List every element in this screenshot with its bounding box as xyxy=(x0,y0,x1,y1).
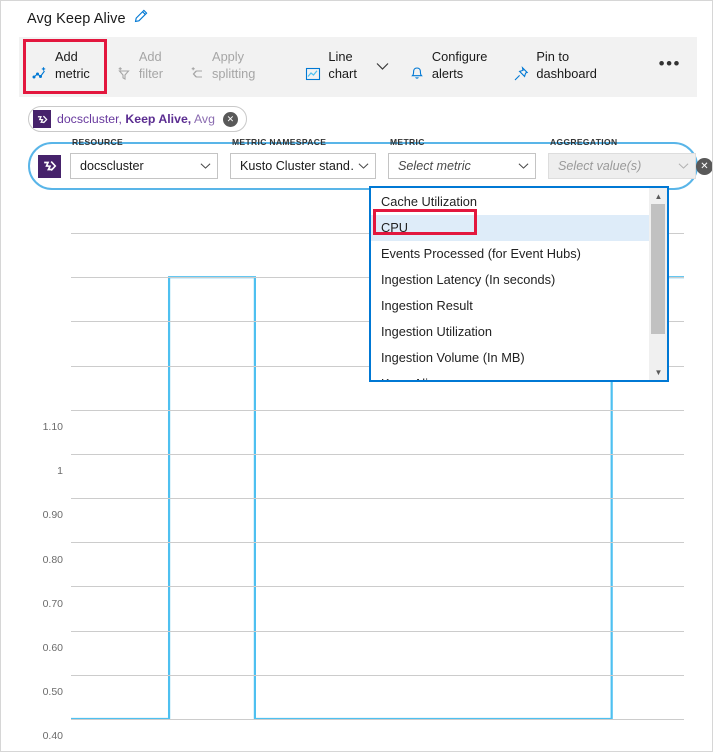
resource-field: RESOURCE docscluster xyxy=(70,137,218,179)
add-filter-button[interactable]: Add filter xyxy=(103,37,176,97)
aggregation-field-label: AGGREGATION xyxy=(550,137,618,147)
y-axis-tick-label: 0.50 xyxy=(42,686,63,699)
chart-toolbar: Add metric Add filter Apply splitting Li… xyxy=(19,37,697,97)
metric-dropdown-item[interactable]: Ingestion Utilization xyxy=(371,319,649,345)
selector-resource-icon xyxy=(38,154,61,178)
chevron-down-icon xyxy=(358,159,369,173)
metric-dropdown-item[interactable]: Ingestion Latency (In seconds) xyxy=(371,267,649,293)
add-filter-icon xyxy=(116,49,132,86)
chip-resource-icon xyxy=(33,110,51,128)
scroll-down-icon[interactable]: ▼ xyxy=(650,364,667,380)
scrollbar-thumb[interactable] xyxy=(651,204,665,334)
metric-namespace-field-label: METRIC NAMESPACE xyxy=(232,137,327,147)
y-axis-tick-label: 0.80 xyxy=(42,553,63,566)
add-metric-label: Add metric xyxy=(55,49,90,81)
scroll-up-icon[interactable]: ▲ xyxy=(650,188,667,204)
page-title-row: Avg Keep Alive xyxy=(27,9,148,29)
pin-to-dashboard-button[interactable]: Pin to dashboard xyxy=(500,37,609,97)
aggregation-select[interactable]: Select value(s) xyxy=(548,153,696,179)
metric-namespace-select[interactable]: Kusto Cluster stand… xyxy=(230,153,376,179)
chevron-down-icon xyxy=(200,159,211,173)
metric-dropdown-item[interactable]: Keep Alive xyxy=(371,371,649,380)
metric-chip[interactable]: docscluster, Keep Alive, Avg ✕ xyxy=(28,106,247,132)
add-metric-button[interactable]: Add metric xyxy=(19,37,103,97)
resource-value: docscluster xyxy=(80,159,144,173)
pencil-icon[interactable] xyxy=(133,9,148,29)
chart-gridline xyxy=(71,542,684,544)
chart-type-caret[interactable] xyxy=(370,37,396,97)
chip-close-icon[interactable]: ✕ xyxy=(222,111,238,127)
resource-field-label: RESOURCE xyxy=(72,137,123,147)
apply-splitting-label: Apply splitting xyxy=(212,49,256,81)
metric-placeholder: Select metric xyxy=(398,159,471,173)
chart-gridline xyxy=(71,630,684,632)
page-title: Avg Keep Alive xyxy=(27,11,126,27)
line-chart-label: Line chart xyxy=(328,49,357,81)
pin-to-dashboard-label: Pin to dashboard xyxy=(536,49,597,81)
more-options-button[interactable]: ••• xyxy=(643,55,697,75)
configure-alerts-label: Configure alerts xyxy=(431,49,488,81)
metric-namespace-field: METRIC NAMESPACE Kusto Cluster stand… xyxy=(230,137,376,179)
apply-splitting-button[interactable]: Apply splitting xyxy=(176,37,268,97)
dropdown-scrollbar[interactable]: ▲ ▼ xyxy=(649,188,667,380)
chart-gridline xyxy=(71,453,684,455)
apply-splitting-icon xyxy=(189,49,205,86)
chip-resource: docscluster, xyxy=(57,112,122,126)
line-chart-icon xyxy=(305,49,321,86)
metric-field-label: METRIC xyxy=(390,137,425,147)
chart-gridline xyxy=(71,719,684,720)
y-axis-tick-label: 0.40 xyxy=(42,730,63,743)
chip-metric: Keep Alive, xyxy=(125,112,192,126)
aggregation-placeholder: Select value(s) xyxy=(558,159,642,173)
y-axis-tick-label: 0.70 xyxy=(42,597,63,610)
metric-field: METRIC Select metric xyxy=(388,137,536,179)
resource-select[interactable]: docscluster xyxy=(70,153,218,179)
metric-dropdown-item[interactable]: Ingestion Volume (In MB) xyxy=(371,345,649,371)
metric-dropdown-item[interactable]: Cache Utilization xyxy=(371,189,649,215)
line-chart-button[interactable]: Line chart xyxy=(292,37,369,97)
chevron-down-icon xyxy=(678,159,689,173)
metric-dropdown: Cache Utilization CPU Events Processed (fo… xyxy=(369,186,669,382)
add-metric-icon xyxy=(32,49,48,86)
metric-select[interactable]: Select metric xyxy=(388,153,536,179)
chevron-down-icon xyxy=(518,159,529,173)
chip-label: docscluster, Keep Alive, Avg xyxy=(57,112,215,126)
pin-icon xyxy=(513,49,529,86)
metric-dropdown-list: Cache Utilization CPU Events Processed (fo… xyxy=(371,188,649,380)
aggregation-field: AGGREGATION Select value(s) xyxy=(548,137,696,179)
bell-icon xyxy=(409,49,425,86)
metric-namespace-value: Kusto Cluster stand… xyxy=(240,159,354,173)
chart-gridline xyxy=(71,674,684,676)
metric-selector-row: RESOURCE docscluster METRIC NAMESPACE Ku… xyxy=(28,137,712,190)
y-axis-tick-label: 0.90 xyxy=(42,509,63,522)
configure-alerts-button[interactable]: Configure alerts xyxy=(396,37,501,97)
y-axis-tick-label: 1.10 xyxy=(42,421,63,433)
y-axis-tick-label: 0.60 xyxy=(42,641,63,654)
chart-gridline xyxy=(71,586,684,588)
y-axis-tick-label: 1 xyxy=(57,465,63,478)
metrics-chart-panel: Avg Keep Alive Add metric Add filter App… xyxy=(0,0,713,752)
chevron-down-icon xyxy=(376,58,389,76)
chip-aggregation: Avg xyxy=(193,112,215,126)
metric-dropdown-item[interactable]: CPU xyxy=(371,215,649,241)
chart-gridline xyxy=(71,409,684,411)
metric-dropdown-item[interactable]: Events Processed (for Event Hubs) xyxy=(371,241,649,267)
chart-gridline xyxy=(71,498,684,500)
add-filter-label: Add filter xyxy=(138,49,164,81)
metric-dropdown-item[interactable]: Ingestion Result xyxy=(371,293,649,319)
remove-metric-button[interactable]: ✕ xyxy=(696,157,712,175)
